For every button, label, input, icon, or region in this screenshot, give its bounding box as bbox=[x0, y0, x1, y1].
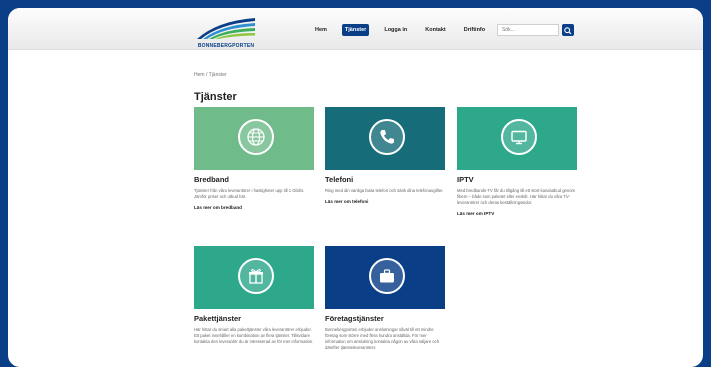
nav-item-driftinfo[interactable]: Driftinfo bbox=[461, 24, 488, 36]
service-tile[interactable] bbox=[457, 107, 577, 170]
service-tile[interactable] bbox=[325, 107, 445, 170]
nav-item-logga-in[interactable]: Logga in bbox=[381, 24, 410, 36]
service-card-telefoni[interactable]: Telefoni Ring med din vanliga fasta tele… bbox=[325, 107, 445, 204]
service-tile[interactable] bbox=[194, 246, 314, 309]
search-button[interactable] bbox=[562, 24, 574, 36]
read-more-link[interactable]: Läs mer om bredband bbox=[194, 205, 314, 210]
logo-stripes-icon bbox=[197, 18, 255, 39]
briefcase-icon bbox=[380, 269, 394, 283]
icon-circle bbox=[369, 119, 405, 155]
page-title: Tjänster bbox=[194, 91, 237, 103]
browser-page: BONNEBERGPORTEN Hem Tjänster Logga in Ko… bbox=[8, 8, 703, 367]
service-card-pakettjanster[interactable]: Pakettjänster Här hittar du smart alla p… bbox=[194, 246, 314, 345]
search-icon bbox=[564, 27, 572, 35]
read-more-link[interactable]: Läs mer om IPTV bbox=[457, 211, 577, 216]
icon-circle bbox=[238, 119, 274, 155]
tv-icon bbox=[511, 130, 527, 145]
nav-item-tjanster[interactable]: Tjänster bbox=[341, 24, 370, 36]
read-more-link[interactable]: Läs mer om telefoni bbox=[325, 199, 445, 204]
globe-icon bbox=[247, 128, 265, 146]
nav-item-kontakt[interactable]: Kontakt bbox=[422, 24, 448, 36]
phone-icon bbox=[380, 130, 394, 144]
icon-circle bbox=[369, 258, 405, 294]
service-tile[interactable] bbox=[325, 246, 445, 309]
service-card-iptv[interactable]: IPTV Med bredbands-TV får du tillgång ti… bbox=[457, 107, 577, 216]
logo-text: BONNEBERGPORTEN bbox=[197, 43, 255, 49]
icon-circle bbox=[501, 119, 537, 155]
nav-item-hem[interactable]: Hem bbox=[312, 24, 330, 36]
gift-icon bbox=[249, 269, 263, 284]
search-input[interactable] bbox=[497, 24, 559, 36]
card-description: Med bredbands-TV får du tillgång till et… bbox=[457, 188, 576, 205]
main-nav: Hem Tjänster Logga in Kontakt Driftinfo bbox=[312, 24, 500, 36]
card-description: Tjänster från våra leverantörer i hastig… bbox=[194, 188, 305, 199]
service-card-foretagstjanster[interactable]: Företagstjänster Bonnebergporten erbjude… bbox=[325, 246, 445, 351]
card-title: IPTV bbox=[457, 175, 474, 184]
service-tile[interactable] bbox=[194, 107, 314, 170]
site-header: BONNEBERGPORTEN Hem Tjänster Logga in Ko… bbox=[8, 8, 703, 50]
card-title: Företagstjänster bbox=[325, 314, 384, 323]
card-description: Bonnebergporten erbjuder anslutningar så… bbox=[325, 327, 440, 350]
breadcrumb: Hem / Tjänster bbox=[194, 72, 227, 78]
card-description: Här hittar du smart alla pakettjänster v… bbox=[194, 327, 314, 344]
card-description: Ring med din vanliga fasta telefon och s… bbox=[325, 188, 444, 193]
service-card-bredband[interactable]: Bredband Tjänster från våra leverantörer… bbox=[194, 107, 314, 210]
icon-circle bbox=[238, 258, 274, 294]
card-title: Pakettjänster bbox=[194, 314, 242, 323]
card-title: Bredband bbox=[194, 175, 230, 184]
card-title: Telefoni bbox=[325, 175, 354, 184]
site-logo[interactable]: BONNEBERGPORTEN bbox=[195, 15, 257, 49]
